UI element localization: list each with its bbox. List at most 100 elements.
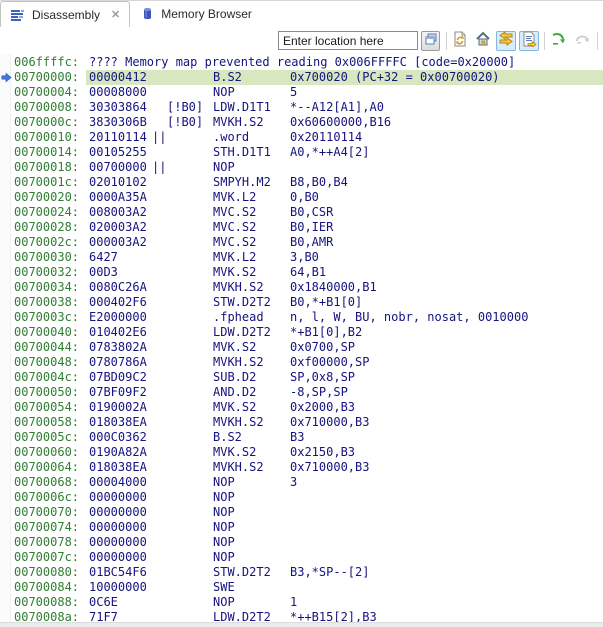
mnemonic: NOP [213, 520, 235, 535]
disassembly-row[interactable]: 00700010: 20110114 || .word 0x20110114 [0, 130, 603, 145]
address: 00700024: [14, 205, 79, 220]
disassembly-row[interactable]: 00700074: 00000000 NOP [0, 520, 603, 535]
location-input[interactable] [278, 31, 418, 50]
operands: 0x60600000,B16 [290, 115, 391, 130]
operands: B8,B0,B4 [290, 175, 348, 190]
disassembly-row[interactable]: 00700024: 008003A2 MVC.S2 B0,CSR [0, 205, 603, 220]
disassembly-row[interactable]: 0070007c: 00000000 NOP [0, 550, 603, 565]
opcode: 00008000 [89, 85, 147, 100]
mnemonic: SUB.D2 [213, 370, 256, 385]
disassembly-row[interactable]: 00700038: 000402F6 STW.D2T2 B0,*+B1[0] [0, 295, 603, 310]
operands: 0x710000,B3 [290, 460, 369, 475]
opcode: 000C0362 [89, 430, 147, 445]
disassembly-row[interactable]: 0070002c: 000003A2 MVC.S2 B0,AMR [0, 235, 603, 250]
opcode: 018038EA [89, 415, 147, 430]
mnemonic: NOP [213, 505, 235, 520]
address: 00700088: [14, 595, 79, 610]
disassembly-row[interactable]: 00700032: 00D3 MVK.S2 64,B1 [0, 265, 603, 280]
tab-memory-browser[interactable]: Memory Browser [130, 1, 261, 27]
opcode: 10000000 [89, 580, 147, 595]
disassembly-row[interactable]: 0070004c: 07BD09C2 SUB.D2 SP,0x8,SP [0, 370, 603, 385]
disassembly-row[interactable]: 00700018: 00700000 || NOP [0, 160, 603, 175]
disassembly-row[interactable]: 006ffffc: ???? Memory map prevented read… [0, 55, 603, 70]
disassembly-row[interactable]: 00700078: 00000000 NOP [0, 535, 603, 550]
opcode: 00000000 [89, 520, 147, 535]
disassembly-row[interactable]: 00700060: 0190A82A MVK.S2 0x2150,B3 [0, 445, 603, 460]
disassembly-row[interactable]: 00700014: 00105255 STH.D1T1 A0,*++A4[2] [0, 145, 603, 160]
address: 00700044: [14, 340, 79, 355]
windows-icon [424, 32, 438, 51]
address: 00700064: [14, 460, 79, 475]
operands: 3 [290, 475, 297, 490]
address: 0070007c: [14, 550, 79, 565]
opcode: 010402E6 [89, 325, 147, 340]
disassembly-row[interactable]: 00700028: 020003A2 MVC.S2 B0,IER [0, 220, 603, 235]
disassembly-row[interactable]: 00700008: 30303864 [!B0] LDW.D1T1 *--A12… [0, 100, 603, 115]
disassembly-row[interactable]: 00700044: 0783802A MVK.S2 0x0700,SP [0, 340, 603, 355]
address: 00700038: [14, 295, 79, 310]
disassembly-row[interactable]: 00700030: 6427 MVK.L2 3,B0 [0, 250, 603, 265]
disassembly-row[interactable]: 00700058: 018038EA MVKH.S2 0x710000,B3 [0, 415, 603, 430]
opcode: 018038EA [89, 460, 147, 475]
address: 00700000: [14, 70, 79, 85]
refresh-icon [452, 31, 468, 52]
disassembly-row[interactable]: 0070008a: 71F7 LDW.D2T2 *++B15[2],B3 [0, 610, 603, 622]
disassembly-row[interactable]: 00700064: 018038EA MVKH.S2 0x710000,B3 [0, 460, 603, 475]
mnemonic: MVK.S2 [213, 400, 256, 415]
operands: 0x20110114 [290, 130, 362, 145]
opcode: 00000000 [89, 490, 147, 505]
address: 00700034: [14, 280, 79, 295]
navigate-back-button[interactable] [549, 31, 569, 51]
disassembly-row[interactable]: 00700020: 0000A35A MVK.L2 0,B0 [0, 190, 603, 205]
operands: *+B1[0],B2 [290, 325, 362, 340]
opcode: E2000000 [89, 310, 147, 325]
pc-pointer-icon [1, 72, 12, 83]
address: 00700014: [14, 145, 79, 160]
mnemonic: NOP [213, 490, 235, 505]
home-button[interactable] [473, 31, 493, 51]
disassembly-row[interactable]: 00700070: 00000000 NOP [0, 505, 603, 520]
opcode: 0190A82A [89, 445, 147, 460]
disassembly-row[interactable]: 00700048: 0780786A MVKH.S2 0xf00000,SP [0, 355, 603, 370]
disassembly-row[interactable]: 00700088: 0C6E NOP 1 [0, 595, 603, 610]
mnemonic: .word [213, 130, 249, 145]
toolbar-separator [544, 32, 545, 50]
disassembly-row[interactable]: 0070001c: 02010102 SMPYH.M2 B8,B0,B4 [0, 175, 603, 190]
opcode: 00D3 [89, 265, 118, 280]
sync-navigation-button[interactable] [496, 31, 516, 51]
disassembly-row[interactable]: 00700000: 00000412 B.S2 0x700020 (PC+32 … [0, 70, 603, 85]
disassembly-row[interactable]: 00700034: 0080C26A MVKH.S2 0x1840000,B1 [0, 280, 603, 295]
address: 00700074: [14, 520, 79, 535]
refresh-button[interactable] [450, 31, 470, 51]
mnemonic: STH.D1T1 [213, 145, 271, 160]
disassembly-row[interactable]: 0070006c: 00000000 NOP [0, 490, 603, 505]
disassembly-row[interactable]: 0070000c: 3830306B [!B0] MVKH.S2 0x60600… [0, 115, 603, 130]
opcode: 3830306B [89, 115, 147, 130]
disassembly-row[interactable]: 00700050: 07BF09F2 AND.D2 -8,SP,SP [0, 385, 603, 400]
address: 00700070: [14, 505, 79, 520]
opcode: 6427 [89, 250, 118, 265]
disassembly-row[interactable]: 0070003c: E2000000 .fphead n, l, W, BU, … [0, 310, 603, 325]
disassembly-row[interactable]: 00700040: 010402E6 LDW.D2T2 *+B1[0],B2 [0, 325, 603, 340]
address: 0070006c: [14, 490, 79, 505]
tab-disassembly[interactable]: Disassembly ✕ [0, 1, 130, 27]
mnemonic: NOP [213, 535, 235, 550]
disassembly-row[interactable]: 00700054: 0190002A MVK.S2 0x2000,B3 [0, 400, 603, 415]
opcode: 0783802A [89, 340, 147, 355]
disassembly-row[interactable]: 0070005c: 000C0362 B.S2 B3 [0, 430, 603, 445]
home-icon [475, 31, 491, 52]
disassembly-row[interactable]: 00700084: 10000000 SWE [0, 580, 603, 595]
operands: B3 [290, 430, 304, 445]
bottom-scrollbar-strip[interactable] [0, 622, 603, 627]
operands: 0x700020 (PC+32 = 0x00700020) [290, 70, 500, 85]
location-history-button[interactable] [421, 31, 440, 51]
show-source-button[interactable] [519, 31, 539, 51]
mnemonic: SWE [213, 580, 235, 595]
disassembly-row[interactable]: 00700004: 00008000 NOP 5 [0, 85, 603, 100]
disassembly-row[interactable]: 00700080: 01BC54F6 STW.D2T2 B3,*SP--[2] [0, 565, 603, 580]
mnemonic: MVK.L2 [213, 250, 256, 265]
navigate-forward-button[interactable] [572, 31, 592, 51]
close-icon[interactable]: ✕ [111, 8, 120, 21]
address: 00700078: [14, 535, 79, 550]
disassembly-row[interactable]: 00700068: 00004000 NOP 3 [0, 475, 603, 490]
